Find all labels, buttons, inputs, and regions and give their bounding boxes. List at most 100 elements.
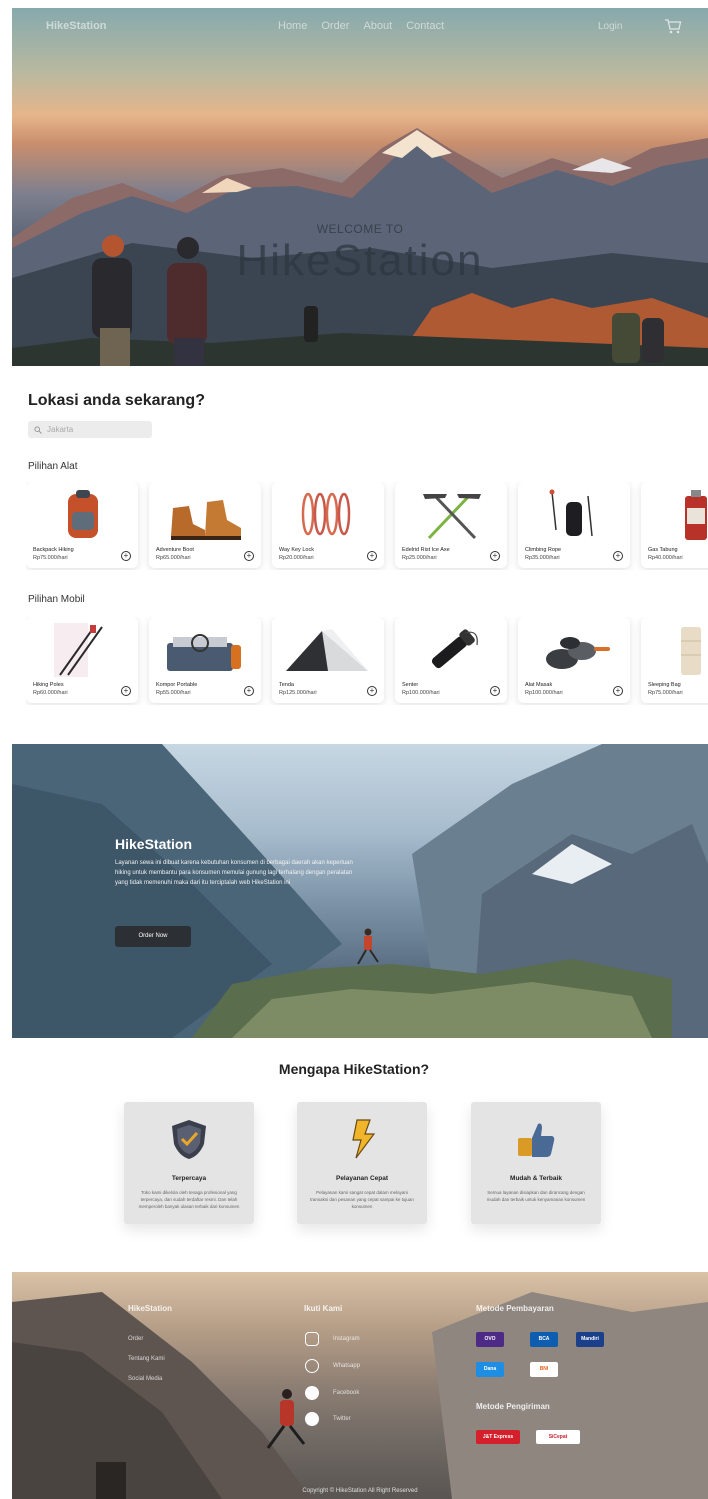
footer-link-social[interactable]: Social Media bbox=[128, 1376, 162, 1382]
product-name: Alat Masak bbox=[525, 682, 553, 688]
footer-link-twitter[interactable]: Twitter bbox=[333, 1416, 351, 1422]
feature-description: Pelayanan kami sangat cepat dalam melaya… bbox=[310, 1190, 414, 1209]
sicepat-logo: SiCepat bbox=[536, 1430, 580, 1444]
feature-title: Pelayanan Cepat bbox=[335, 1175, 389, 1182]
feature-card: Mudah & Terbaik Semua layanan disiapkan … bbox=[471, 1102, 601, 1224]
footer-link-about[interactable]: Tentang Kami bbox=[128, 1356, 165, 1362]
product-card[interactable]: Gas Tabung Rp40.000/hari + bbox=[641, 482, 708, 568]
footer-link-facebook[interactable]: Facebook bbox=[333, 1390, 359, 1396]
add-to-cart-button[interactable]: + bbox=[490, 551, 500, 561]
product-card[interactable]: Hiking Poles Rp60.000/hari + bbox=[26, 617, 138, 703]
product-price: Rp125.000/hari bbox=[279, 690, 317, 696]
vehicles-row[interactable]: Hiking Poles Rp60.000/hari + Kompor Port… bbox=[26, 617, 708, 705]
bca-logo: BCA bbox=[530, 1332, 558, 1347]
product-card[interactable]: Alat Masak Rp100.000/hari + bbox=[518, 617, 630, 703]
nav-order[interactable]: Order bbox=[321, 20, 349, 32]
dana-logo: Dana bbox=[476, 1362, 504, 1377]
footer-follow-heading: Ikuti Kami bbox=[304, 1304, 343, 1313]
carabiner-icon bbox=[301, 492, 351, 536]
product-card[interactable]: Sleeping Bag Rp75.000/hari + bbox=[641, 617, 708, 703]
product-name: Gas Tabung bbox=[648, 547, 678, 553]
copyright-text: Copyright © HikeStation All Right Reserv… bbox=[302, 1488, 418, 1494]
product-price: Rp20.000/hari bbox=[279, 555, 314, 561]
backpack-icon bbox=[68, 490, 98, 538]
main-nav: Home Order About Contact bbox=[278, 20, 444, 32]
nav-about[interactable]: About bbox=[363, 20, 392, 32]
location-heading: Lokasi anda sekarang? bbox=[28, 392, 205, 409]
product-name: Edelrid Rist Ice Axe bbox=[402, 547, 450, 553]
cart-icon[interactable] bbox=[664, 17, 682, 35]
rope-icon bbox=[549, 489, 593, 537]
location-search-input[interactable]: Jakarta bbox=[28, 421, 152, 438]
footer-link-whatsapp[interactable]: Whatsapp bbox=[333, 1363, 360, 1369]
ovo-logo: OVO bbox=[476, 1332, 504, 1347]
feature-description: Semua layanan disiapkan dan dirancang de… bbox=[486, 1190, 586, 1202]
instagram-icon[interactable] bbox=[305, 1332, 319, 1346]
tent-icon bbox=[286, 629, 368, 671]
nav-home[interactable]: Home bbox=[278, 20, 307, 32]
add-to-cart-button[interactable]: + bbox=[613, 686, 623, 696]
product-card[interactable]: Senter Rp100.000/hari + bbox=[395, 617, 507, 703]
product-name: Backpack Hiking bbox=[33, 547, 74, 553]
twitter-icon[interactable] bbox=[305, 1412, 319, 1426]
facebook-icon[interactable] bbox=[305, 1386, 319, 1400]
product-card[interactable]: Edelrid Rist Ice Axe Rp25.000/hari + bbox=[395, 482, 507, 568]
cookware-icon bbox=[546, 637, 610, 669]
add-to-cart-button[interactable]: + bbox=[244, 551, 254, 561]
mandiri-logo: Mandiri bbox=[576, 1332, 604, 1347]
whatsapp-icon[interactable] bbox=[305, 1359, 319, 1373]
product-card[interactable]: Climbing Rope Rp35.000/hari + bbox=[518, 482, 630, 568]
footer-link-instagram[interactable]: Instagram bbox=[333, 1336, 360, 1342]
order-now-button[interactable]: Order Now bbox=[115, 926, 191, 947]
product-name: Senter bbox=[402, 682, 419, 688]
product-name: Climbing Rope bbox=[525, 547, 562, 553]
search-placeholder: Jakarta bbox=[47, 425, 74, 434]
shield-icon bbox=[172, 1120, 206, 1159]
vehicles-label: Pilihan Mobil bbox=[28, 594, 85, 605]
add-to-cart-button[interactable]: + bbox=[613, 551, 623, 561]
add-to-cart-button[interactable]: + bbox=[490, 686, 500, 696]
stove-icon bbox=[167, 634, 241, 671]
equipment-label: Pilihan Alat bbox=[28, 461, 78, 472]
hiking-poles-icon bbox=[54, 623, 103, 677]
product-card[interactable]: Adventure Boot Rp65.000/hari + bbox=[149, 482, 261, 568]
product-price: Rp25.000/hari bbox=[402, 555, 437, 561]
product-card[interactable]: Kompor Portable Rp55.000/hari + bbox=[149, 617, 261, 703]
product-price: Rp65.000/hari bbox=[156, 555, 191, 561]
gas-canister-icon bbox=[685, 490, 707, 540]
about-title: HikeStation bbox=[115, 836, 193, 852]
payment-heading: Metode Pembayaran bbox=[476, 1304, 554, 1313]
product-name: Way Key Lock bbox=[279, 547, 314, 553]
mountain-runner-photo bbox=[12, 744, 708, 1038]
feature-title: Mudah & Terbaik bbox=[510, 1175, 562, 1182]
product-price: Rp40.000/hari bbox=[648, 555, 683, 561]
product-price: Rp100.000/hari bbox=[525, 690, 563, 696]
ice-axe-icon bbox=[423, 494, 481, 540]
feature-card: Pelayanan Cepat Pelayanan kami sangat ce… bbox=[297, 1102, 427, 1224]
footer: HikeStation Order Tentang Kami Social Me… bbox=[12, 1272, 708, 1499]
product-price: Rp55.000/hari bbox=[156, 690, 191, 696]
product-name: Adventure Boot bbox=[156, 547, 194, 553]
product-card[interactable]: Way Key Lock Rp20.000/hari + bbox=[272, 482, 384, 568]
thumbs-up-icon bbox=[518, 1123, 555, 1157]
brand-logo[interactable]: HikeStation bbox=[46, 20, 107, 32]
mountain-landscape bbox=[12, 128, 708, 366]
product-card[interactable]: Backpack Hiking Rp75.000/hari + bbox=[26, 482, 138, 568]
equipment-row[interactable]: Backpack Hiking Rp75.000/hari + Adventur… bbox=[26, 482, 708, 570]
boots-icon bbox=[171, 500, 241, 540]
add-to-cart-button[interactable]: + bbox=[367, 686, 377, 696]
add-to-cart-button[interactable]: + bbox=[121, 686, 131, 696]
footer-link-order[interactable]: Order bbox=[128, 1336, 143, 1342]
nav-contact[interactable]: Contact bbox=[406, 20, 444, 32]
product-price: Rp75.000/hari bbox=[33, 555, 68, 561]
hero-subtitle: WELCOME TO bbox=[316, 222, 404, 236]
login-link[interactable]: Login bbox=[598, 21, 622, 32]
add-to-cart-button[interactable]: + bbox=[367, 551, 377, 561]
product-card[interactable]: Tenda Rp125.000/hari + bbox=[272, 617, 384, 703]
bni-logo: BNI bbox=[530, 1362, 558, 1377]
flashlight-icon bbox=[431, 629, 478, 669]
add-to-cart-button[interactable]: + bbox=[244, 686, 254, 696]
why-heading: Mengapa HikeStation? bbox=[278, 1061, 430, 1077]
add-to-cart-button[interactable]: + bbox=[121, 551, 131, 561]
product-name: Kompor Portable bbox=[156, 682, 198, 688]
